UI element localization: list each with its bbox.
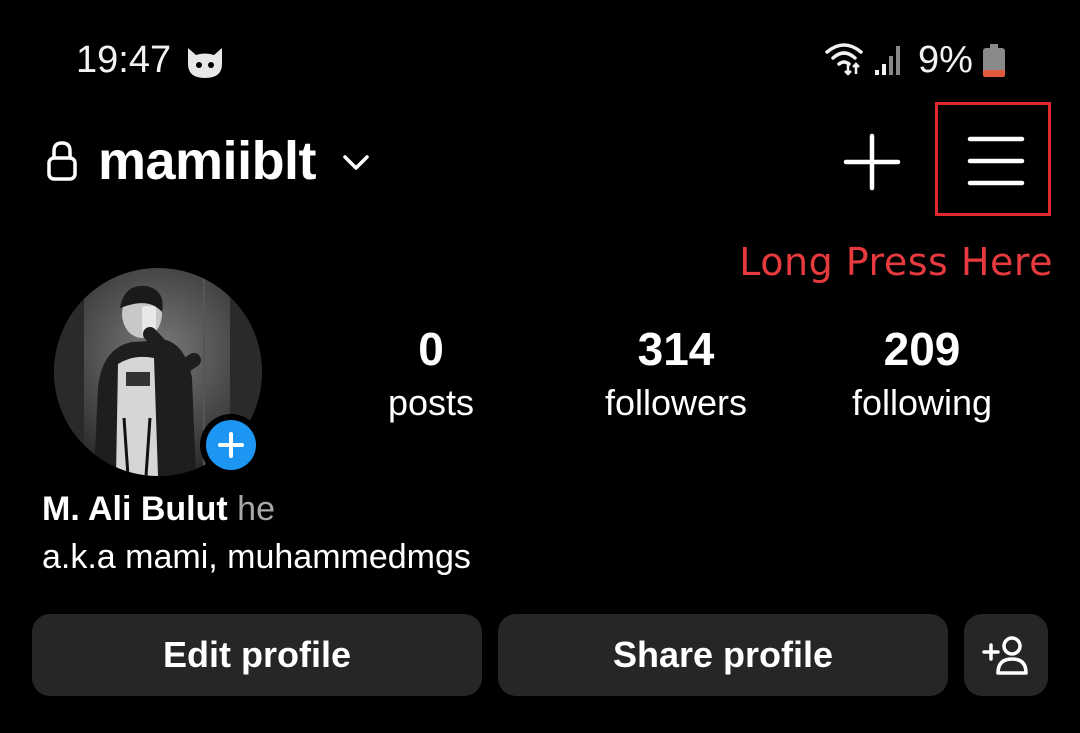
lock-icon: [47, 141, 77, 181]
discover-people-button[interactable]: [964, 614, 1048, 696]
add-person-icon: [982, 636, 1028, 675]
full-name: M. Ali Bulut: [42, 490, 228, 528]
plus-icon[interactable]: [842, 132, 902, 192]
profile-fullname: M. Ali Bulut he: [42, 488, 275, 530]
stat-following[interactable]: 209 following: [802, 322, 1042, 426]
stat-posts[interactable]: 0 posts: [311, 322, 551, 426]
status-time: 19:47: [76, 39, 172, 81]
stat-value: 209: [883, 323, 961, 375]
menu-icon[interactable]: [966, 134, 1026, 188]
stat-label: followers: [604, 382, 748, 423]
stat-label: following: [851, 382, 993, 423]
cat-notification-icon: [188, 48, 222, 78]
stat-followers[interactable]: 314 followers: [556, 322, 796, 426]
stat-label: posts: [387, 382, 475, 423]
wifi-data-icon: [825, 43, 863, 76]
bio-text: a.k.a mami, muhammedmgs: [42, 538, 471, 576]
long-press-annotation: Long Press Here: [739, 240, 1053, 284]
stat-value: 314: [637, 323, 715, 375]
edit-profile-button[interactable]: Edit profile: [32, 614, 482, 696]
username[interactable]: mamiiblt: [98, 130, 317, 192]
plus-small-icon: [218, 432, 244, 458]
pronoun: he: [237, 490, 275, 528]
add-story-button[interactable]: [200, 414, 262, 476]
share-profile-button[interactable]: Share profile: [498, 614, 948, 696]
chevron-down-icon[interactable]: [340, 150, 372, 174]
battery-percent: 9%: [918, 39, 973, 81]
signal-icon: [875, 46, 900, 75]
stat-value: 0: [418, 323, 444, 375]
battery-icon: [983, 44, 1005, 77]
